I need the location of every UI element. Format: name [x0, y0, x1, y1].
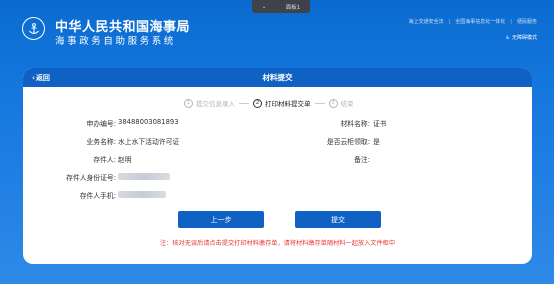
depositor-phone-label: 存件人手机:	[79, 192, 116, 200]
accessibility-toggle[interactable]: ♿ 无障碍模式	[505, 34, 538, 42]
step-number: 2	[253, 98, 262, 108]
material-submit-panel: ‹ 返回 材料提交 1 提交信息录入 2 打印材料提交单 3 结束 申办编号: …	[23, 68, 532, 264]
accessibility-label: 无障碍模式	[511, 35, 537, 41]
browser-tab[interactable]: ⌄ 面板1	[252, 0, 310, 13]
top-links: 海上交通安全法 | 全国海事信息化一体化 | 便民服务	[409, 18, 537, 26]
remark-label: 备注:	[354, 156, 370, 164]
divider: |	[448, 18, 451, 25]
top-link-convenience[interactable]: 便民服务	[517, 18, 537, 25]
panel-title: 材料提交	[262, 73, 293, 82]
brand-subtitle: 海事政务自助服务系统	[55, 36, 177, 47]
step-3: 3 结束	[328, 98, 354, 108]
business-name-label: 业务名称:	[86, 138, 116, 146]
submit-note: 注：核对无误后请点击提交打印材料缴存单，请将材料缴存单随材料一起放入文件柜中	[159, 240, 396, 247]
panel-header: ‹ 返回 材料提交	[23, 68, 532, 87]
step-label: 提交信息录入	[196, 100, 235, 108]
cloud-cabinet-value: 是	[373, 138, 380, 146]
depositor-label: 存件人:	[93, 156, 116, 164]
redacted-phone-value	[118, 191, 166, 198]
step-1: 1 提交信息录入	[184, 98, 235, 108]
apply-no-value: 38488003081893	[118, 118, 179, 126]
step-label: 结束	[340, 100, 354, 108]
back-label: 返回	[35, 73, 50, 82]
anchor-icon	[28, 22, 39, 34]
step-divider	[314, 102, 325, 104]
business-name-value: 水上水下活动许可证	[118, 138, 180, 146]
chevron-down-icon[interactable]: ⌄	[262, 4, 267, 10]
divider: |	[510, 18, 512, 25]
wheelchair-icon: ♿	[505, 34, 510, 41]
redacted-id-value	[118, 173, 170, 180]
depositor-id-label: 存件人身份证号:	[66, 174, 116, 182]
maritime-logo	[22, 17, 45, 40]
chevron-left-icon: ‹	[32, 73, 35, 82]
material-name-label: 材料名称:	[340, 120, 370, 128]
prev-step-button[interactable]: 上一步	[178, 211, 264, 228]
top-link-traffic-law[interactable]: 海上交通安全法	[409, 18, 444, 25]
step-number: 1	[184, 98, 193, 108]
browser-tab-label: 面板1	[285, 4, 301, 11]
depositor-value: 赵明	[118, 156, 132, 164]
step-indicator: 1 提交信息录入 2 打印材料提交单 3 结束	[184, 98, 354, 108]
apply-no-label: 申办编号:	[86, 120, 116, 128]
step-divider	[239, 102, 249, 104]
cloud-cabinet-label: 是否云柜领取:	[326, 138, 370, 146]
step-2: 2 打印材料提交单	[253, 98, 311, 108]
back-button[interactable]: ‹ 返回	[32, 68, 50, 87]
top-link-integration[interactable]: 全国海事信息化一体化	[455, 18, 505, 25]
step-number: 3	[328, 98, 338, 108]
material-name-value: 证书	[373, 120, 387, 128]
step-label: 打印材料提交单	[265, 100, 311, 108]
submit-button[interactable]: 提交	[295, 211, 381, 228]
